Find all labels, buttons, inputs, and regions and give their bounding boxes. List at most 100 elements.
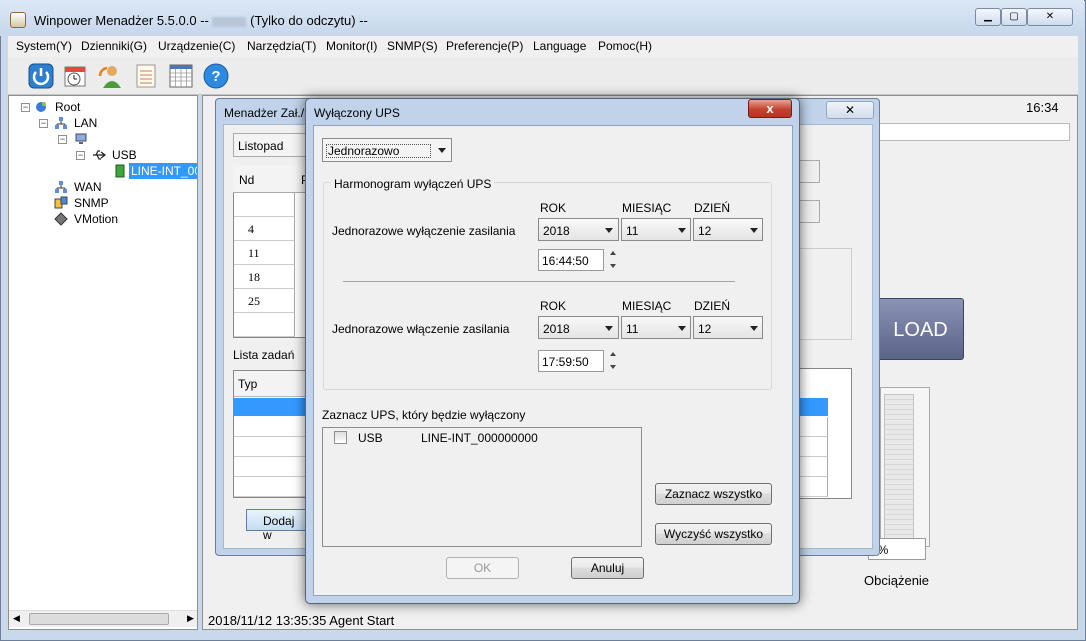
- startup-label: Jednorazowe włączenie zasilania: [332, 322, 510, 336]
- snmp-icon: [54, 196, 68, 209]
- spin-up-icon[interactable]: [610, 352, 616, 356]
- startup-day-select[interactable]: 12: [693, 316, 763, 339]
- ok-button[interactable]: OK: [446, 557, 519, 579]
- toolbar: ?: [8, 57, 1078, 95]
- tree-node-usb[interactable]: USB: [112, 148, 137, 162]
- svg-text:?: ?: [211, 68, 220, 85]
- spin-up-icon[interactable]: [610, 251, 616, 255]
- list-icon[interactable]: [132, 62, 160, 90]
- scroll-left-icon[interactable]: ◀: [13, 613, 20, 624]
- chevron-down-icon: [605, 326, 613, 331]
- chevron-down-icon: [750, 228, 758, 233]
- shutdown-day-value: 12: [698, 224, 712, 238]
- chevron-down-icon: [678, 326, 686, 331]
- load-button[interactable]: LOAD: [877, 298, 964, 360]
- dialog-title: Wyłączony UPS: [314, 106, 400, 120]
- power-icon[interactable]: [27, 62, 55, 90]
- startup-month-select[interactable]: 11: [621, 316, 691, 339]
- menu-snmp[interactable]: SNMP(S): [387, 39, 438, 53]
- task-row[interactable]: [234, 457, 308, 477]
- ups-type-label: USB: [358, 431, 383, 445]
- shutdown-month-value: 11: [626, 224, 639, 238]
- menu-preferences[interactable]: Preferencje(P): [446, 39, 523, 53]
- tree-toggle-usb[interactable]: −: [76, 151, 85, 160]
- menu-monitor[interactable]: Monitor(I): [326, 39, 377, 53]
- year-column-label: ROK: [540, 201, 567, 215]
- scroll-thumb[interactable]: [29, 613, 169, 625]
- schedule-separator: [343, 281, 735, 282]
- task-row[interactable]: [234, 417, 308, 437]
- scroll-right-icon[interactable]: ▶: [187, 613, 194, 624]
- minimize-button[interactable]: ▁: [975, 8, 1001, 26]
- startup-day-value: 12: [698, 322, 712, 336]
- maximize-button[interactable]: ▢: [1001, 8, 1027, 26]
- menu-language[interactable]: Language: [533, 39, 586, 53]
- calendar-header: Nd P: [233, 165, 309, 193]
- menu-bar: System(Y) Dzienniki(G) Urządzenie(C) Nar…: [8, 36, 1078, 57]
- computer-icon[interactable]: [74, 132, 88, 146]
- globe-network-icon: [36, 102, 46, 112]
- month-selector[interactable]: Listopad: [233, 133, 308, 157]
- menu-tools[interactable]: Narzędzia(T): [247, 39, 316, 53]
- menu-help[interactable]: Pomoc(H): [598, 39, 652, 53]
- tree-toggle-computer[interactable]: −: [58, 135, 67, 144]
- window-title: Winpower Menadżer 5.5.0.0 -- (Tylko do o…: [34, 13, 368, 28]
- shutdown-year-select[interactable]: 2018: [538, 218, 619, 241]
- calendar-day[interactable]: [234, 193, 295, 217]
- tree-toggle-root[interactable]: −: [21, 103, 30, 112]
- tree-toggle-lan[interactable]: −: [39, 119, 48, 128]
- lan-network-icon: [55, 117, 67, 129]
- shutdown-year-value: 2018: [543, 224, 570, 238]
- window-title-suffix: (Tylko do odczytu) --: [250, 13, 368, 28]
- java-app-icon: [10, 12, 26, 28]
- task-row[interactable]: [234, 437, 308, 457]
- tree-node-lan[interactable]: LAN: [74, 116, 97, 130]
- spin-down-icon[interactable]: [610, 264, 616, 268]
- add-task-button[interactable]: Dodaj w: [246, 509, 308, 542]
- menu-logs[interactable]: Dzienniki(G): [81, 39, 147, 53]
- calendar-day[interactable]: 4: [234, 217, 295, 241]
- chevron-down-icon: [438, 148, 446, 153]
- dialog-close-button[interactable]: x: [748, 99, 792, 118]
- user-refresh-icon[interactable]: [97, 62, 125, 90]
- year-column-label: ROK: [540, 299, 567, 313]
- shutdown-month-select[interactable]: 11: [621, 218, 691, 241]
- startup-year-value: 2018: [543, 322, 570, 336]
- calendar-day[interactable]: 25: [234, 289, 295, 313]
- calendar-day[interactable]: 18: [234, 265, 295, 289]
- select-all-button[interactable]: Zaznacz wszystko: [655, 483, 772, 505]
- schedule-manager-close-button[interactable]: ✕: [826, 101, 874, 119]
- calendar-header-sunday: Nd: [239, 173, 255, 187]
- spin-down-icon[interactable]: [610, 365, 616, 369]
- tree-node-wan[interactable]: WAN: [74, 180, 102, 194]
- task-row[interactable]: [234, 477, 308, 497]
- load-meter-bar: [884, 394, 914, 542]
- startup-year-select[interactable]: 2018: [538, 316, 619, 339]
- tree-node-root[interactable]: Root: [55, 100, 80, 114]
- menu-device[interactable]: Urządzenie(C): [158, 39, 235, 53]
- clock-schedule-icon[interactable]: [62, 62, 90, 90]
- tree-horizontal-scrollbar[interactable]: ◀ ▶: [9, 610, 197, 627]
- ups-name-label: LINE-INT_000000000: [421, 431, 538, 445]
- chevron-down-icon: [678, 228, 686, 233]
- chevron-down-icon: [750, 326, 758, 331]
- calendar-grid-icon[interactable]: [167, 62, 195, 90]
- tree-node-snmp[interactable]: SNMP: [74, 196, 109, 210]
- task-row-selected[interactable]: [234, 398, 308, 416]
- calendar-day[interactable]: [234, 313, 295, 337]
- cancel-button[interactable]: Anuluj: [571, 557, 644, 579]
- tree-node-ups-device[interactable]: LINE-INT_00: [129, 163, 197, 179]
- shutdown-day-select[interactable]: 12: [693, 218, 763, 241]
- startup-time-field[interactable]: 17:59:50: [538, 350, 604, 372]
- clear-all-button[interactable]: Wyczyść wszystko: [655, 523, 772, 545]
- menu-system[interactable]: System(Y): [16, 39, 72, 53]
- shutdown-time-field[interactable]: 16:44:50: [538, 249, 604, 271]
- calendar-day[interactable]: 11: [234, 241, 295, 265]
- info-field: [870, 123, 1070, 141]
- ups-list: [322, 427, 642, 547]
- ups-checkbox[interactable]: [334, 431, 347, 444]
- tree-node-vmotion[interactable]: VMotion: [74, 212, 118, 226]
- help-icon[interactable]: ?: [202, 62, 230, 90]
- close-window-button[interactable]: ✕: [1027, 8, 1073, 26]
- day-column-label: DZIEŃ: [694, 201, 730, 215]
